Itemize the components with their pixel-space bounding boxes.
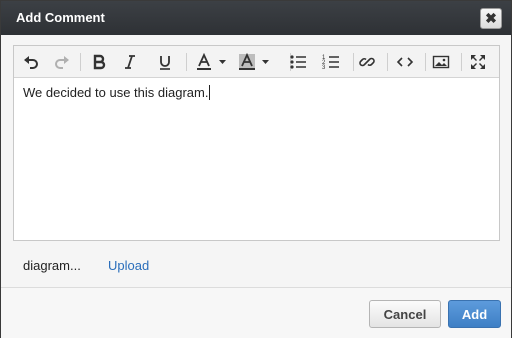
bulleted-list-icon (290, 55, 306, 69)
code-icon (396, 57, 414, 67)
toolbar-separator (461, 53, 462, 71)
code-button[interactable] (393, 50, 417, 74)
redo-icon (55, 56, 69, 69)
numbered-list-icon: 123 (322, 55, 339, 71)
dialog-footer: Cancel Add (1, 287, 511, 338)
svg-text:3: 3 (322, 65, 326, 71)
numbered-list-button[interactable]: 123 (319, 50, 343, 74)
bold-button[interactable] (87, 50, 111, 74)
add-comment-dialog: Add Comment ✖ 1 2 3 We decided to use th… (0, 0, 512, 338)
image-button[interactable] (429, 50, 453, 74)
dialog-titlebar[interactable]: Add Comment ✖ (1, 1, 511, 35)
close-button[interactable]: ✖ (480, 8, 502, 29)
font-color-icon (197, 53, 226, 70)
cancel-button[interactable]: Cancel (369, 300, 441, 328)
redo-button[interactable] (50, 50, 74, 74)
upload-link[interactable]: Upload (108, 258, 149, 273)
editor-toolbar: 123 (14, 46, 499, 78)
add-button[interactable]: Add (448, 300, 501, 328)
comment-editor[interactable]: 123 We decided to use this diagram. (13, 45, 500, 241)
link-button[interactable] (355, 50, 379, 74)
toolbar-separator (387, 53, 388, 71)
undo-button[interactable] (19, 50, 43, 74)
italic-icon (125, 55, 135, 69)
text-caret (209, 85, 211, 100)
toolbar-separator (186, 53, 187, 71)
fullscreen-icon (471, 55, 485, 69)
underline-button[interactable] (153, 50, 177, 74)
dialog-title: Add Comment (16, 10, 105, 25)
comment-text: We decided to use this diagram. (23, 85, 209, 100)
highlight-color-button[interactable] (237, 50, 273, 74)
font-color-button[interactable] (194, 50, 230, 74)
toolbar-separator (353, 53, 354, 71)
toolbar-separator (80, 53, 81, 71)
attachment-name: diagram... (23, 258, 81, 273)
close-icon: ✖ (485, 10, 497, 26)
undo-icon (24, 56, 38, 69)
comment-text-area[interactable]: We decided to use this diagram. (23, 85, 211, 100)
image-icon (432, 55, 450, 69)
highlight-color-icon (239, 53, 269, 70)
link-icon (359, 57, 375, 67)
toolbar-separator (425, 53, 426, 71)
fullscreen-button[interactable] (466, 50, 490, 74)
underline-icon (160, 56, 170, 70)
bold-icon (93, 54, 106, 70)
bulleted-list-button[interactable] (286, 50, 310, 74)
italic-button[interactable] (118, 50, 142, 74)
